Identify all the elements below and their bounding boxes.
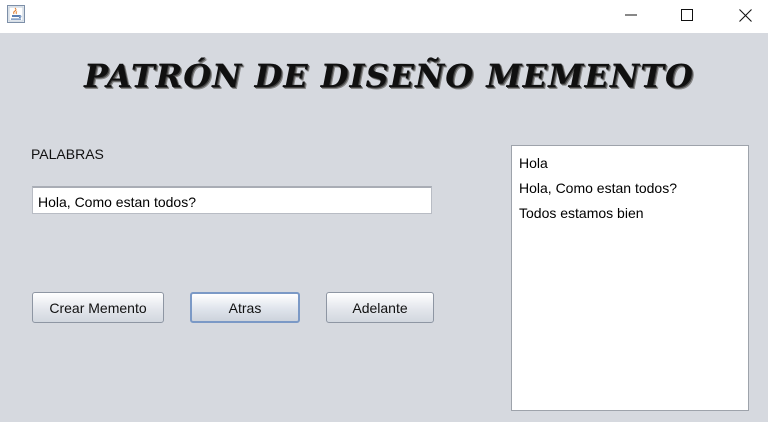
palabras-label: PALABRAS xyxy=(31,146,104,162)
list-item[interactable]: Todos estamos bien xyxy=(512,201,748,226)
memento-list[interactable]: Hola Hola, Como estan todos? Todos estam… xyxy=(511,145,749,411)
palabras-input[interactable] xyxy=(32,186,432,214)
main-panel: PATRÓN DE DISEÑO MEMENTO PALABRAS Crear … xyxy=(0,33,768,422)
minimize-icon xyxy=(625,9,637,21)
close-icon xyxy=(738,8,752,22)
java-icon[interactable] xyxy=(7,5,25,23)
window-titlebar xyxy=(0,0,768,33)
adelante-button[interactable]: Adelante xyxy=(326,292,434,323)
crear-memento-button[interactable]: Crear Memento xyxy=(32,292,164,323)
minimize-button[interactable] xyxy=(608,0,654,30)
maximize-button[interactable] xyxy=(664,0,710,30)
list-item[interactable]: Hola, Como estan todos? xyxy=(512,176,748,201)
page-title: PATRÓN DE DISEÑO MEMENTO xyxy=(84,57,694,95)
close-button[interactable] xyxy=(722,0,768,30)
maximize-icon xyxy=(681,9,693,21)
atras-button[interactable]: Atras xyxy=(190,292,300,323)
list-item[interactable]: Hola xyxy=(512,151,748,176)
